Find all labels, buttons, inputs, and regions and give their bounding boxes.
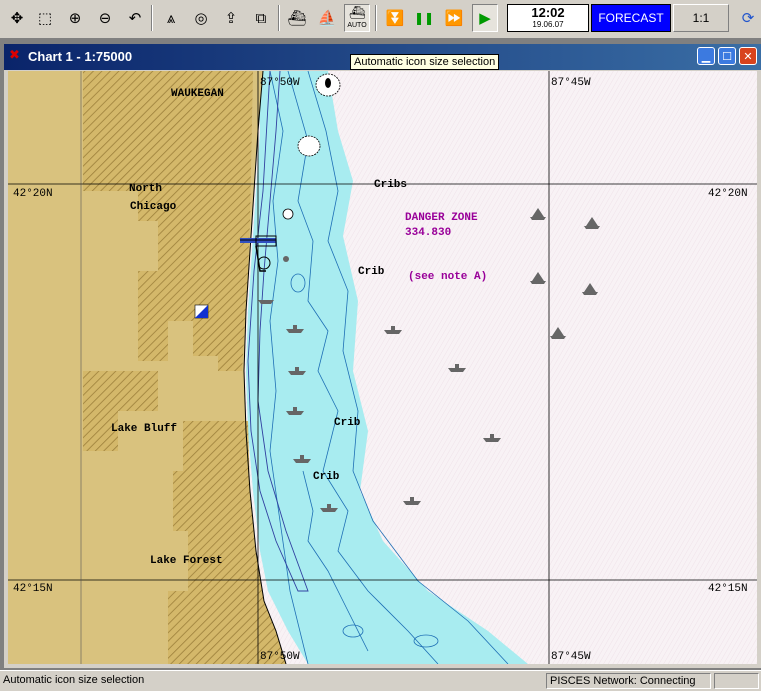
- close-button[interactable]: ✕: [739, 47, 757, 65]
- lon-label-top-1: 87°50W: [260, 77, 300, 89]
- danger-zone-note: (see note A): [408, 271, 487, 283]
- status-panel-empty: [714, 673, 759, 689]
- target-icon[interactable]: ◎: [188, 4, 214, 32]
- danger-zone-code: 334.830: [405, 227, 451, 239]
- zoom-fit-icon[interactable]: ✥: [4, 4, 30, 32]
- zoom-window-icon[interactable]: ⬚: [32, 4, 58, 32]
- buoy-symbol: [282, 208, 294, 220]
- lat-label-right-1: 42°20N: [708, 188, 748, 200]
- compass-icon[interactable]: ⩓: [158, 4, 184, 32]
- zoom-in-icon[interactable]: ⊕: [62, 4, 88, 32]
- rotate-icon[interactable]: ⟳: [735, 4, 761, 32]
- step-down-icon[interactable]: ⏬: [382, 4, 408, 32]
- chart-canvas[interactable]: 87°50W 87°45W 87°50W 87°45W 42°20N 42°20…: [8, 71, 757, 664]
- undo-zoom-icon[interactable]: ↶: [122, 4, 148, 32]
- chart-load-icon[interactable]: ⧉: [248, 4, 274, 32]
- lon-label-bottom-1: 87°50W: [260, 651, 300, 663]
- auto-size-button[interactable]: ⛴ AUTO: [344, 4, 370, 32]
- toolbar-separator: [375, 5, 377, 31]
- scale-button[interactable]: 1:1: [673, 4, 729, 32]
- clock-time: 12:02: [531, 5, 565, 20]
- zoom-out-icon[interactable]: ⊖: [92, 4, 118, 32]
- rock-symbol: [297, 135, 321, 157]
- lat-label-right-2: 42°15N: [708, 583, 748, 595]
- crib-label: Cribs: [374, 179, 407, 191]
- lat-label-left-1: 42°20N: [13, 188, 53, 200]
- place-waukegan: WAUKEGAN: [171, 88, 224, 100]
- buoy-symbol: [283, 256, 289, 262]
- upload-icon[interactable]: ⇪: [218, 4, 244, 32]
- tooltip: Automatic icon size selection: [350, 54, 500, 70]
- place-north: North: [129, 183, 162, 195]
- ship-auto-icon: ⛴: [348, 6, 366, 21]
- land-plain: [8, 541, 88, 664]
- danger-zone-title: DANGER ZONE: [405, 212, 478, 224]
- status-bar: Automatic icon size selection PISCES Net…: [0, 670, 761, 691]
- status-message: Automatic icon size selection: [3, 674, 145, 686]
- play-icon[interactable]: ▶: [472, 4, 498, 32]
- network-status: PISCES Network: Connecting: [546, 673, 711, 689]
- chart-window: ✖ Chart 1 - 1:75000 ▁ ☐ ✕ 87°50W 87°45W …: [4, 44, 761, 668]
- forecast-button[interactable]: FORECAST: [591, 4, 671, 32]
- chart-window-icon: ✖: [9, 48, 20, 63]
- lat-label-left-2: 42°15N: [13, 583, 53, 595]
- crib-label: Crib: [358, 266, 385, 278]
- place-lake-forest: Lake Forest: [150, 555, 223, 567]
- pause-icon[interactable]: ❚❚: [411, 4, 437, 32]
- clock-date: 19.06.07: [532, 20, 564, 29]
- toolbar-separator: [151, 5, 153, 31]
- ship-small-icon[interactable]: ⛵: [314, 4, 340, 32]
- minimize-button[interactable]: ▁: [697, 47, 715, 65]
- toolbar-separator: [278, 5, 280, 31]
- rock-symbol: [315, 73, 341, 97]
- clock-display: 12:02 19.06.07: [507, 4, 589, 32]
- toolbar: ✥ ⬚ ⊕ ⊖ ↶ ⩓ ◎ ⇪ ⧉ ⛴ ⛵ ⛴ AUTO ⏬ ❚❚ ⏩ ▶ 12…: [0, 0, 761, 39]
- beacon-symbol: [194, 304, 209, 319]
- place-chicago: Chicago: [130, 201, 177, 213]
- ship-large-icon[interactable]: ⛴: [284, 4, 310, 32]
- crib-label: Crib: [334, 417, 361, 429]
- fast-forward-icon[interactable]: ⏩: [441, 4, 467, 32]
- window-title: Chart 1 - 1:75000: [28, 49, 133, 64]
- crib-label: Crib: [313, 471, 340, 483]
- nautical-chart[interactable]: 87°50W 87°45W 87°50W 87°45W 42°20N 42°20…: [8, 71, 757, 664]
- lon-label-top-2: 87°45W: [551, 77, 591, 89]
- auto-label: AUTO: [347, 22, 367, 29]
- maximize-button[interactable]: ☐: [718, 47, 736, 65]
- place-lake-bluff: Lake Bluff: [111, 423, 177, 435]
- lon-label-bottom-2: 87°45W: [551, 651, 591, 663]
